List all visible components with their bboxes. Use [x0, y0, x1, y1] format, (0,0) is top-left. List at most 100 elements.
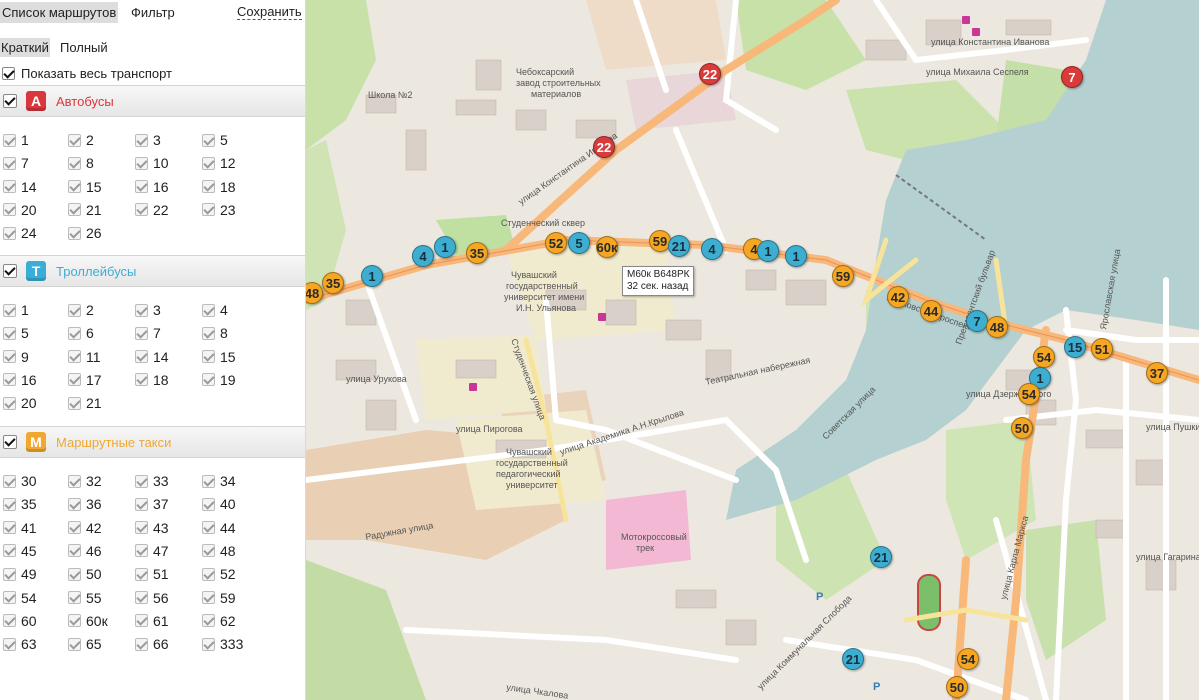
route-item[interactable]: 7: [3, 154, 29, 172]
route-item[interactable]: 4: [202, 301, 228, 319]
route-checkbox[interactable]: [68, 226, 81, 240]
vehicle-marker[interactable]: 35: [466, 242, 488, 264]
vehicle-marker[interactable]: 22: [699, 63, 721, 85]
vehicle-marker[interactable]: 54: [1033, 346, 1055, 368]
route-checkbox[interactable]: [3, 326, 16, 340]
vehicle-marker[interactable]: 54: [1018, 383, 1040, 405]
route-checkbox[interactable]: [68, 497, 81, 511]
route-item[interactable]: 15: [202, 348, 236, 366]
route-item[interactable]: 35: [3, 495, 37, 513]
route-checkbox[interactable]: [135, 521, 148, 535]
route-item[interactable]: 1: [3, 301, 29, 319]
route-checkbox[interactable]: [202, 373, 215, 387]
vehicle-marker[interactable]: 37: [1146, 362, 1168, 384]
route-item[interactable]: 42: [68, 519, 102, 537]
vehicle-marker[interactable]: 1: [785, 245, 807, 267]
route-checkbox[interactable]: [202, 133, 215, 147]
route-item[interactable]: 333: [202, 635, 243, 653]
vehicle-marker[interactable]: 48: [986, 316, 1008, 338]
route-item[interactable]: 61: [135, 612, 169, 630]
vehicle-marker[interactable]: 50: [946, 676, 968, 698]
route-checkbox[interactable]: [68, 396, 81, 410]
vehicle-marker[interactable]: 42: [887, 286, 909, 308]
route-checkbox[interactable]: [68, 133, 81, 147]
route-checkbox[interactable]: [3, 591, 16, 604]
route-checkbox[interactable]: [3, 180, 16, 194]
route-checkbox[interactable]: [68, 474, 81, 488]
route-checkbox[interactable]: [68, 203, 81, 217]
route-item[interactable]: 37: [135, 495, 169, 513]
vehicle-marker[interactable]: 4: [701, 238, 723, 260]
route-checkbox[interactable]: [68, 637, 81, 651]
mode-short[interactable]: Краткий: [0, 38, 50, 57]
route-item[interactable]: 55: [68, 589, 102, 607]
route-checkbox[interactable]: [135, 350, 148, 364]
show-all-transport[interactable]: Показать весь транспорт: [2, 65, 172, 81]
section-checkbox[interactable]: [3, 94, 17, 108]
vehicle-marker[interactable]: 21: [668, 235, 690, 257]
route-item[interactable]: 16: [3, 371, 37, 389]
route-item[interactable]: 48: [202, 542, 236, 560]
route-checkbox[interactable]: [3, 396, 16, 410]
vehicle-marker[interactable]: 52: [545, 232, 567, 254]
route-checkbox[interactable]: [3, 373, 16, 387]
route-item[interactable]: 11: [68, 348, 101, 366]
route-checkbox[interactable]: [135, 544, 148, 558]
route-item[interactable]: 21: [68, 394, 102, 412]
route-item[interactable]: 22: [135, 201, 169, 219]
route-checkbox[interactable]: [3, 156, 16, 170]
route-item[interactable]: 19: [202, 371, 236, 389]
route-item[interactable]: 47: [135, 542, 169, 560]
route-item[interactable]: 3: [135, 301, 161, 319]
route-item[interactable]: 17: [68, 371, 102, 389]
route-checkbox[interactable]: [135, 326, 148, 340]
section-checkbox[interactable]: [3, 435, 17, 449]
route-item[interactable]: 10: [135, 154, 169, 172]
route-item[interactable]: 7: [135, 324, 161, 342]
route-checkbox[interactable]: [3, 544, 16, 558]
vehicle-marker[interactable]: 4: [412, 245, 434, 267]
route-checkbox[interactable]: [135, 591, 148, 604]
section-header[interactable]: А Автобусы: [0, 85, 305, 117]
route-checkbox[interactable]: [68, 591, 81, 604]
vehicle-marker[interactable]: 54: [957, 648, 979, 670]
route-checkbox[interactable]: [135, 303, 148, 317]
route-item[interactable]: 33: [135, 472, 169, 490]
vehicle-marker[interactable]: 21: [870, 546, 892, 568]
vehicle-marker[interactable]: 15: [1064, 336, 1086, 358]
vehicle-marker[interactable]: 1: [757, 240, 779, 262]
route-item[interactable]: 50: [68, 565, 102, 583]
route-item[interactable]: 20: [3, 394, 37, 412]
route-checkbox[interactable]: [135, 497, 148, 511]
vehicle-marker[interactable]: 1: [434, 236, 456, 258]
city-map[interactable]: Чебоксарский завод строительных материал…: [306, 0, 1199, 700]
route-item[interactable]: 18: [202, 178, 236, 196]
route-checkbox[interactable]: [135, 203, 148, 217]
route-item[interactable]: 8: [202, 324, 228, 342]
route-item[interactable]: 46: [68, 542, 102, 560]
route-item[interactable]: 41: [3, 519, 37, 537]
vehicle-marker[interactable]: 7: [1061, 66, 1083, 88]
route-item[interactable]: 3: [135, 131, 161, 149]
section-header[interactable]: Т Троллейбусы: [0, 255, 305, 287]
route-item[interactable]: 24: [3, 224, 37, 242]
route-checkbox[interactable]: [202, 474, 215, 488]
route-item[interactable]: 66: [135, 635, 169, 653]
route-item[interactable]: 30: [3, 472, 37, 490]
route-checkbox[interactable]: [3, 637, 16, 651]
route-item[interactable]: 60к: [68, 612, 108, 630]
route-checkbox[interactable]: [135, 133, 148, 147]
vehicle-marker[interactable]: 1: [361, 265, 383, 287]
mode-full[interactable]: Полный: [60, 40, 108, 55]
route-item[interactable]: 5: [3, 324, 29, 342]
route-checkbox[interactable]: [202, 156, 215, 170]
route-checkbox[interactable]: [68, 180, 81, 194]
route-item[interactable]: 2: [68, 301, 94, 319]
route-checkbox[interactable]: [202, 350, 215, 364]
route-item[interactable]: 12: [202, 154, 236, 172]
route-item[interactable]: 56: [135, 589, 169, 607]
route-checkbox[interactable]: [3, 303, 16, 317]
route-item[interactable]: 23: [202, 201, 236, 219]
route-item[interactable]: 32: [68, 472, 102, 490]
route-checkbox[interactable]: [3, 567, 16, 581]
